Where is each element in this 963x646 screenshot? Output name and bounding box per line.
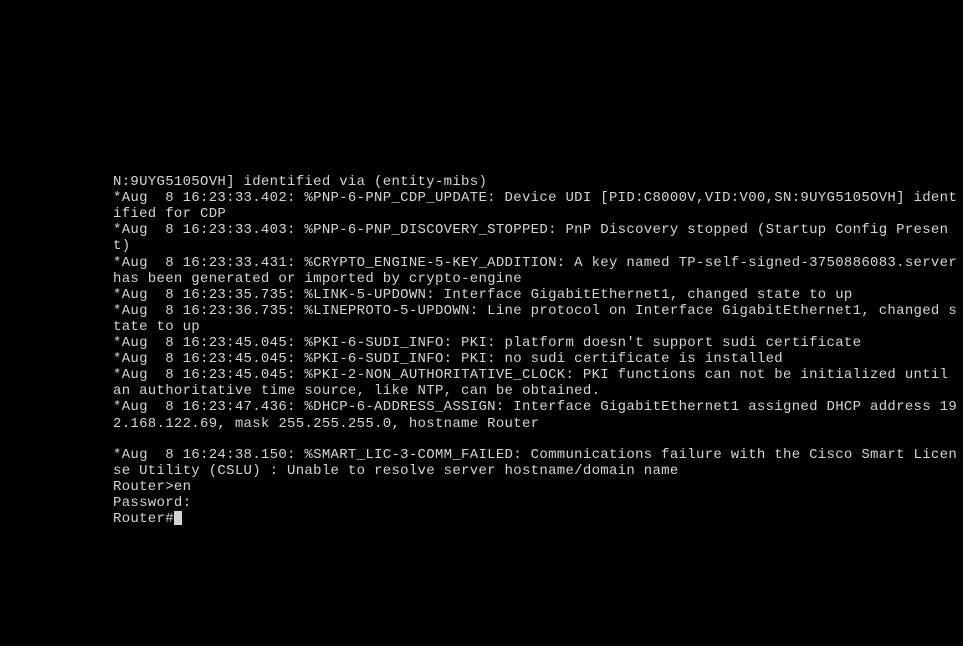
log-line: *Aug 8 16:23:45.045: %PKI-6-SUDI_INFO: P…	[113, 335, 963, 351]
log-line: *Aug 8 16:23:45.045: %PKI-2-NON_AUTHORIT…	[113, 367, 963, 399]
log-line: *Aug 8 16:23:35.735: %LINK-5-UPDOWN: Int…	[113, 287, 963, 303]
command-line: Router>en	[113, 479, 963, 495]
log-line: *Aug 8 16:23:33.431: %CRYPTO_ENGINE-5-KE…	[113, 255, 963, 287]
log-line: N:9UYG5105OVH] identified via (entity-mi…	[113, 174, 963, 190]
blank-line	[113, 432, 963, 447]
log-line: *Aug 8 16:23:33.402: %PNP-6-PNP_CDP_UPDA…	[113, 190, 963, 222]
router-prompt: Router#	[113, 511, 174, 527]
cursor-icon	[174, 511, 182, 525]
log-line: *Aug 8 16:23:45.045: %PKI-6-SUDI_INFO: P…	[113, 351, 963, 367]
log-line: *Aug 8 16:23:47.436: %DHCP-6-ADDRESS_ASS…	[113, 399, 963, 431]
password-prompt: Password:	[113, 495, 963, 511]
log-line: *Aug 8 16:24:38.150: %SMART_LIC-3-COMM_F…	[113, 447, 963, 479]
log-line: *Aug 8 16:23:36.735: %LINEPROTO-5-UPDOWN…	[113, 303, 963, 335]
current-prompt-line[interactable]: Router#	[113, 511, 963, 527]
log-line: *Aug 8 16:23:33.403: %PNP-6-PNP_DISCOVER…	[113, 222, 963, 254]
terminal-output[interactable]: N:9UYG5105OVH] identified via (entity-mi…	[0, 0, 963, 543]
